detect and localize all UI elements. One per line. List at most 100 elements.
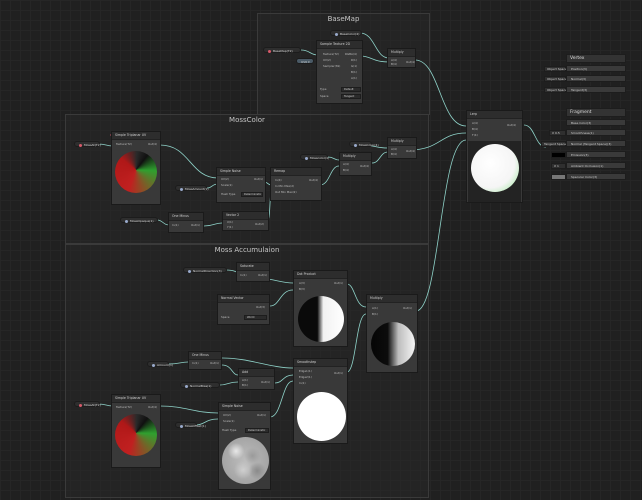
dot-product-title[interactable]: Dot Product (294, 271, 347, 279)
triplanar2-title[interactable]: Simple Triplanar UV (112, 395, 160, 403)
simple-noise2-title[interactable]: Simple Noise (219, 403, 270, 411)
one-minus2-in[interactable]: In(1) (192, 361, 199, 365)
simple-noise1-in-uv[interactable]: UV(2) (221, 177, 229, 181)
vector2-in-y[interactable]: Y(1) (227, 225, 233, 229)
triplanar1-out[interactable]: Out(4) (148, 142, 157, 146)
moss-amount-property[interactable]: MossAmount(1) (175, 185, 209, 191)
simple-noise1-hash-dropdown[interactable]: Deterministic (241, 192, 263, 197)
add-out[interactable]: Out(1) (261, 380, 270, 384)
smoothstep-node[interactable]: Smoothstep Edge1(1) Edge2(1) In(1) Out(1… (293, 358, 348, 444)
sample-texture-node[interactable]: Sample Texture 2D Texture(T2) UV(2) Samp… (316, 40, 363, 104)
normal-vector-out[interactable]: Out(3) (256, 305, 265, 309)
saturate-in[interactable]: In(1) (240, 273, 247, 277)
simple-noise2-node[interactable]: Simple Noise UV(2) Scale(1) Out(1) Hash … (218, 402, 271, 490)
dot-product-in-a[interactable]: A(3) (299, 281, 305, 285)
add-in-b[interactable]: B(1) (242, 383, 248, 387)
normal-vector-space-dropdown[interactable]: World (244, 315, 267, 320)
multiply-moss-in-b[interactable]: B(4) (343, 168, 349, 172)
fragment-smoothness-slot[interactable]: Smoothness(1) (566, 129, 626, 136)
simple-noise2-in-scale[interactable]: Scale(1) (223, 419, 235, 423)
one-minus1-in[interactable]: In(1) (172, 223, 179, 227)
multiply-acc-in-a[interactable]: A(1) (372, 306, 378, 310)
vector2-out[interactable]: Out(2) (255, 222, 264, 226)
lerp-in-t[interactable]: T(4) (472, 133, 478, 137)
triplanar2-in-texture[interactable]: Texture(T2) (116, 405, 132, 409)
dot-product-node[interactable]: Dot Product A(3) B(3) Out(1) (293, 270, 348, 347)
multiply-moss-in-a[interactable]: A(4) (343, 162, 349, 166)
simple-noise1-node[interactable]: Simple Noise UV(2) Scale(1) Out(1) Hash … (216, 167, 266, 203)
smoothstep-in-edge1[interactable]: Edge1(1) (299, 369, 312, 373)
multiply-moss2-in-b[interactable]: B(4) (391, 152, 397, 156)
lerp-title[interactable]: Lerp (467, 111, 522, 119)
simple-noise1-in-scale[interactable]: Scale(1) (221, 183, 233, 187)
simple-noise2-out[interactable]: Out(1) (257, 413, 266, 417)
one-minus2-node[interactable]: One Minus In(1) Out(1) (188, 351, 222, 370)
smoothstep-out[interactable]: Out(1) (334, 371, 343, 375)
sample-texture-out-b[interactable]: B(1) (351, 70, 357, 74)
smoothstep-in-edge2[interactable]: Edge2(1) (299, 375, 312, 379)
sample-texture-out-rgba[interactable]: RGBA(4) (345, 52, 357, 56)
vertex-normal-slot[interactable]: Normal(3) (566, 75, 626, 82)
one-minus1-node[interactable]: One Minus In(1) Out(1) (168, 212, 204, 233)
world-normal-property[interactable]: NormalBias(1) (180, 382, 220, 388)
lerp-in-a[interactable]: A(4) (472, 121, 478, 125)
one-minus2-out[interactable]: Out(1) (210, 361, 219, 365)
vector2-in-x[interactable]: X(1) (227, 220, 233, 224)
multiply-acc-node[interactable]: Multiply A(1) B(1) Out(1) (366, 294, 418, 373)
saturate-title[interactable]: Saturate (237, 263, 269, 271)
moss-offset-property[interactable]: MossOffset(1) (175, 422, 206, 428)
multiply-moss-title[interactable]: Multiply (340, 153, 371, 161)
fragment-ao-slot[interactable]: Ambient Occlusion(1) (566, 162, 626, 169)
one-minus1-title[interactable]: One Minus (169, 213, 203, 221)
normal-vector-title[interactable]: Normal Vector (218, 295, 269, 303)
lerp-out[interactable]: Out(4) (507, 123, 516, 127)
sample-texture-title[interactable]: Sample Texture 2D (317, 41, 362, 49)
multiply-moss2-out[interactable]: Out(4) (406, 149, 415, 153)
multiply-acc-title[interactable]: Multiply (367, 295, 417, 303)
one-minus1-out[interactable]: Out(1) (191, 223, 200, 227)
normal-direction-property[interactable]: NormalDirection(3) (183, 267, 227, 273)
fragment-emission-tag[interactable] (551, 152, 566, 158)
fragment-smoothness-tag[interactable]: X 0.5 (549, 130, 566, 136)
multiply-moss-node[interactable]: Multiply A(4) B(4) Out(4) (339, 152, 372, 176)
vertex-tangent-tag[interactable]: Object Space (544, 87, 567, 93)
multiply-moss2-title[interactable]: Multiply (388, 138, 416, 146)
fragment-specular-tag[interactable] (551, 174, 566, 180)
add-in-a[interactable]: A(1) (242, 378, 248, 382)
vertex-position-slot[interactable]: Position(3) (566, 65, 626, 72)
multiply-acc-out[interactable]: Out(1) (403, 306, 412, 310)
moss-scale-property[interactable]: MossOpaque(1) (120, 217, 158, 223)
sample-texture-in-texture[interactable]: Texture(T2) (323, 52, 339, 56)
fragment-ao-tag[interactable]: X 1 (551, 163, 566, 169)
simple-noise2-in-uv[interactable]: UV(2) (223, 413, 231, 417)
remap-out[interactable]: Out(4) (309, 178, 318, 182)
sample-texture-out-r[interactable]: R(1) (351, 58, 357, 62)
amount-property[interactable]: Amount(1) (147, 361, 173, 367)
fragment-basecolor-slot[interactable]: Base Color(3) (566, 119, 626, 126)
dot-product-in-b[interactable]: B(3) (299, 287, 305, 291)
simple-noise1-title[interactable]: Simple Noise (217, 168, 265, 176)
multiply-moss2-in-a[interactable]: A(4) (391, 147, 397, 151)
basecolor-property[interactable]: BaseColor(4) (330, 30, 362, 36)
triplanar1-title[interactable]: Simple Triplanar UV (112, 132, 160, 140)
sample-texture-space-dropdown[interactable]: Tangent (341, 94, 361, 99)
smoothstep-in[interactable]: In(1) (299, 381, 306, 385)
sample-texture-in-sampler[interactable]: Sampler(SS) (323, 64, 340, 68)
multiply-acc-in-b[interactable]: B(1) (372, 312, 378, 316)
saturate-out[interactable]: Out(1) (258, 273, 267, 277)
vertex-position-tag[interactable]: Object Space (544, 66, 567, 72)
lerp-node[interactable]: Lerp A(4) B(4) T(4) Out(4) (466, 110, 523, 203)
vertex-tangent-slot[interactable]: Tangent(3) (566, 86, 626, 93)
multiply-base-title[interactable]: Multiply (388, 49, 415, 57)
fragment-normal-tag[interactable]: Tangent Space (541, 141, 566, 147)
add-node[interactable]: Add A(1) B(1) Out(1) (238, 368, 275, 390)
multiply-base-node[interactable]: Multiply A(4) B(4) Out(4) (387, 48, 416, 68)
dot-product-out[interactable]: Out(1) (334, 281, 343, 285)
sample-texture-out-g[interactable]: G(1) (351, 64, 357, 68)
basemap-property[interactable]: BaseMap(T2) (263, 47, 301, 53)
multiply-base-out[interactable]: Out(4) (406, 60, 415, 64)
sample-texture-out-a[interactable]: A(1) (351, 76, 357, 80)
simple-noise2-hash-dropdown[interactable]: Deterministic (245, 428, 269, 433)
triplanar2-node[interactable]: Simple Triplanar UV Texture(T2) Out(4) (111, 394, 161, 468)
remap-out-minmax[interactable]: Out Min Max(2) (275, 190, 297, 194)
